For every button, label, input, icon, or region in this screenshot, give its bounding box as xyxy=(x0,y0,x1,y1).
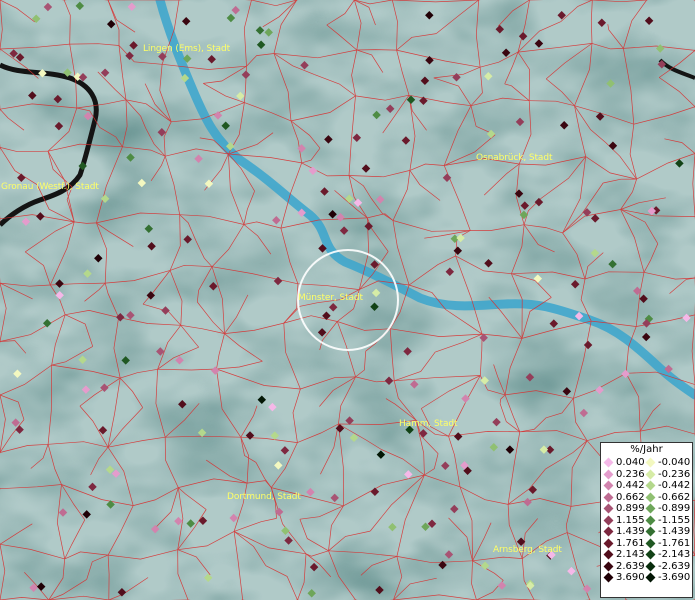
legend-swatch-icon xyxy=(645,480,656,491)
legend-swatch-icon xyxy=(603,469,614,480)
legend-entry-negative: -2.143 xyxy=(645,549,694,561)
legend-entry-positive: 2.639 xyxy=(603,560,646,573)
legend-swatch-icon xyxy=(603,561,614,572)
legend-swatch-icon xyxy=(603,549,614,560)
city-label-hamm[interactable]: Hamm, Stadt xyxy=(399,419,458,429)
legend-entry-positive: 1.439 xyxy=(603,526,646,538)
city-label-osnabrueck[interactable]: Osnabrück, Stadt xyxy=(476,153,552,163)
legend-swatch-icon xyxy=(645,538,656,549)
legend-entry-negative: -0.236 xyxy=(645,468,694,481)
legend-label: 0.662 xyxy=(616,491,645,503)
legend-swatch-icon xyxy=(603,503,614,514)
legend-entry-positive: 0.442 xyxy=(603,480,646,492)
legend-label: 1.155 xyxy=(616,514,645,526)
legend-label: -2.639 xyxy=(658,560,691,572)
legend-label: -1.439 xyxy=(658,526,691,537)
legend-swatch-icon xyxy=(603,515,614,526)
legend-label: 1.439 xyxy=(616,526,645,537)
legend-label: -2.143 xyxy=(658,549,691,560)
legend-swatch-icon xyxy=(645,572,656,583)
legend-entry-positive: 0.040 xyxy=(603,457,646,469)
legend-swatch-icon xyxy=(645,492,656,503)
legend-swatch-icon xyxy=(645,561,656,572)
legend-swatch-icon xyxy=(645,503,656,514)
city-label-muenster[interactable]: Münster, Stadt xyxy=(298,293,363,303)
legend-label: 1.761 xyxy=(616,537,645,549)
legend: %/Jahr 0.040 -0.040 0.236 -0.236 0.442 -0.442… xyxy=(600,442,693,598)
legend-label: 2.639 xyxy=(616,560,645,572)
legend-swatch-icon xyxy=(645,526,656,537)
legend-swatch-icon xyxy=(645,457,656,468)
legend-label: -0.040 xyxy=(658,457,691,468)
legend-label: -0.899 xyxy=(658,503,691,514)
legend-label: 0.040 xyxy=(616,457,645,468)
legend-entry-positive: 3.690 xyxy=(603,572,646,584)
legend-swatch-icon xyxy=(603,480,614,491)
legend-entry-negative: -1.439 xyxy=(645,526,694,538)
legend-entry-positive: 2.143 xyxy=(603,549,646,561)
legend-entry-positive: 0.662 xyxy=(603,491,646,504)
legend-entry-negative: -1.155 xyxy=(645,514,694,527)
legend-label: -1.761 xyxy=(658,537,691,549)
legend-label: 2.143 xyxy=(616,549,645,560)
legend-swatch-icon xyxy=(603,572,614,583)
legend-swatch-icon xyxy=(603,457,614,468)
legend-entry-positive: 1.155 xyxy=(603,514,646,527)
legend-swatch-icon xyxy=(645,515,656,526)
legend-label: 3.690 xyxy=(616,572,645,583)
legend-label: -0.236 xyxy=(658,468,691,480)
legend-swatch-icon xyxy=(603,492,614,503)
legend-rows: 0.040 -0.040 0.236 -0.236 0.442 -0.442 0.662 -0… xyxy=(601,457,692,584)
legend-swatch-icon xyxy=(645,469,656,480)
legend-label: 0.442 xyxy=(616,480,645,491)
legend-entry-negative: -0.899 xyxy=(645,503,694,515)
legend-entry-negative: -0.040 xyxy=(645,457,694,469)
legend-label: 0.899 xyxy=(616,503,645,514)
legend-label: -1.155 xyxy=(658,514,691,526)
legend-entry-negative: -0.442 xyxy=(645,480,694,492)
city-label-arnsberg[interactable]: Arnsberg, Stadt xyxy=(493,545,562,555)
city-label-gronau[interactable]: Gronau (Westf.), Stadt xyxy=(1,182,99,192)
legend-label: -3.690 xyxy=(658,572,691,583)
legend-title: %/Jahr xyxy=(630,444,663,455)
legend-entry-negative: -1.761 xyxy=(645,537,694,550)
legend-swatch-icon xyxy=(603,538,614,549)
legend-entry-negative: -0.662 xyxy=(645,491,694,504)
legend-entry-positive: 1.761 xyxy=(603,537,646,550)
legend-swatch-icon xyxy=(603,526,614,537)
legend-swatch-icon xyxy=(645,549,656,560)
city-label-lingen[interactable]: Lingen (Ems), Stadt xyxy=(143,44,230,54)
legend-label: 0.236 xyxy=(616,468,645,480)
map-view[interactable]: Lingen (Ems), Stadt Osnabrück, Stadt Gro… xyxy=(0,0,695,600)
city-label-dortmund[interactable]: Dortmund, Stadt xyxy=(227,492,301,502)
legend-entry-positive: 0.236 xyxy=(603,468,646,481)
legend-label: -0.662 xyxy=(658,491,691,503)
legend-entry-negative: -3.690 xyxy=(645,572,694,584)
legend-label: -0.442 xyxy=(658,480,691,491)
legend-entry-negative: -2.639 xyxy=(645,560,694,573)
legend-entry-positive: 0.899 xyxy=(603,503,646,515)
